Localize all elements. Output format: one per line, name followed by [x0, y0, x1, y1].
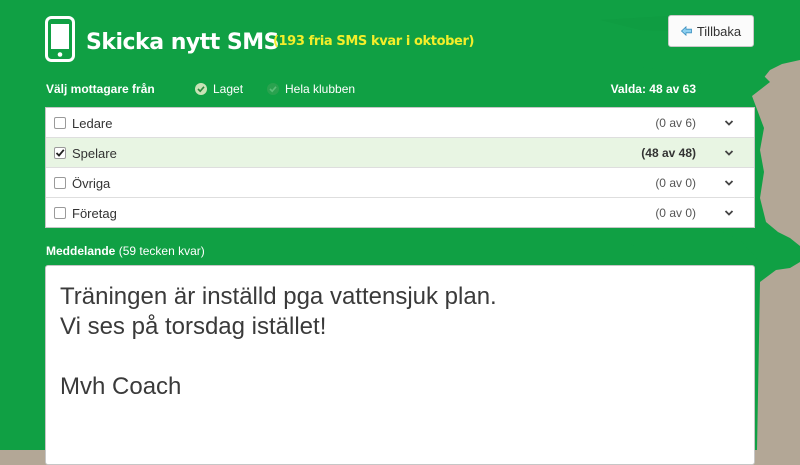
group-name: Ledare: [72, 116, 113, 131]
check-circle-icon: [195, 83, 207, 95]
source-option-label: Laget: [213, 82, 244, 96]
page-title: Skicka nytt SMS: [86, 30, 279, 55]
recipient-source-label: Välj mottagare från: [46, 82, 155, 96]
chevron-down-icon[interactable]: [724, 149, 734, 157]
group-count: (0 av 6): [655, 116, 696, 130]
arrow-left-icon: [680, 26, 692, 36]
group-row-foretag[interactable]: Företag (0 av 0): [46, 198, 754, 228]
group-name: Spelare: [72, 146, 117, 161]
message-textarea[interactable]: Träningen är inställd pga vattensjuk pla…: [45, 265, 755, 465]
recipient-source-bar: Välj mottagare från Laget Hela klubben V…: [0, 78, 800, 102]
group-count: (0 av 0): [655, 176, 696, 190]
back-button[interactable]: Tillbaka: [668, 15, 754, 47]
phone-icon: [45, 16, 75, 62]
group-checkbox[interactable]: [54, 207, 66, 219]
source-option-hela-klubben[interactable]: Hela klubben: [267, 82, 355, 96]
message-label-title: Meddelande: [46, 244, 116, 258]
back-button-label: Tillbaka: [696, 23, 742, 39]
chevron-down-icon[interactable]: [724, 179, 734, 187]
source-option-label: Hela klubben: [285, 82, 356, 96]
group-row-ovriga[interactable]: Övriga (0 av 0): [46, 168, 754, 198]
group-count: (0 av 0): [655, 206, 696, 220]
page-header: Skicka nytt SMS (193 fria SMS kvar i okt…: [0, 0, 800, 80]
chevron-down-icon[interactable]: [724, 119, 734, 127]
group-name: Företag: [72, 206, 117, 221]
check-circle-icon: [267, 83, 279, 95]
group-checkbox[interactable]: [54, 147, 66, 159]
group-row-spelare[interactable]: Spelare (48 av 48): [46, 138, 754, 168]
source-option-laget[interactable]: Laget: [195, 82, 243, 96]
group-count: (48 av 48): [641, 146, 696, 160]
chevron-down-icon[interactable]: [724, 209, 734, 217]
group-name: Övriga: [72, 176, 111, 191]
message-label: Meddelande (59 tecken kvar): [46, 244, 205, 258]
message-remaining-chars: (59 tecken kvar): [118, 244, 205, 258]
free-sms-counter: (193 fria SMS kvar i oktober): [273, 34, 475, 49]
group-checkbox[interactable]: [54, 117, 66, 129]
selected-recipients-count: Valda: 48 av 63: [610, 82, 696, 96]
group-row-ledare[interactable]: Ledare (0 av 6): [46, 108, 754, 138]
group-checkbox[interactable]: [54, 177, 66, 189]
recipient-group-list: Ledare (0 av 6) Spelare (48 av 48) Övrig…: [45, 107, 755, 228]
